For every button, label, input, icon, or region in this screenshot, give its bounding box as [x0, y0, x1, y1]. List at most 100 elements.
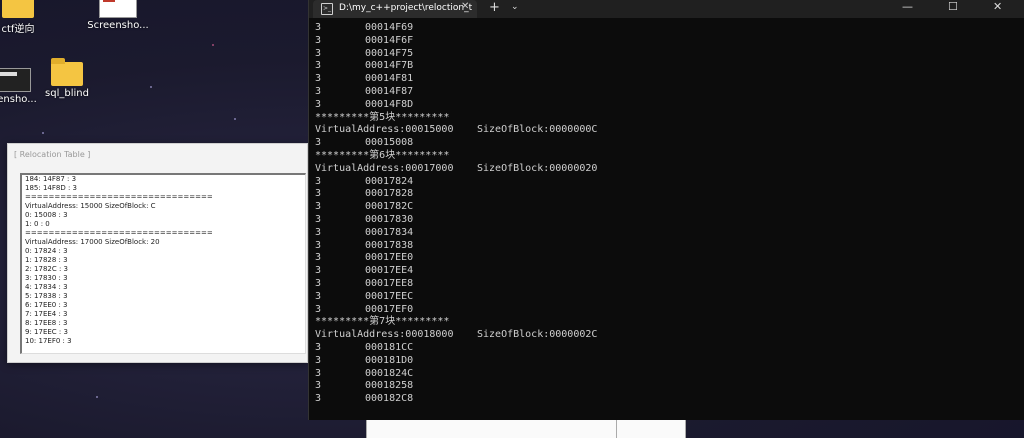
- entry-type: 3: [315, 341, 322, 353]
- entry-address: 00017838: [365, 239, 414, 251]
- desktop-icon-sql-blind-folder[interactable]: sql_blind: [35, 58, 99, 99]
- entry-address: 0001782C: [365, 201, 414, 213]
- terminal-output[interactable]: 3 00014F69 3 00014F6F 3 00014F75 3 00014F7B 3 000…: [315, 22, 1015, 406]
- relocation-entry-line: 3 00017828: [315, 188, 1015, 201]
- relocation-entry-line: 3 00014F7B: [315, 60, 1015, 73]
- relocation-entry-line: 3 00017830: [315, 214, 1015, 227]
- relocation-entry-line: 3 00014F75: [315, 48, 1015, 61]
- entry-address: 000181CC: [365, 341, 414, 353]
- entry-type: 3: [315, 85, 322, 97]
- relocation-entry-line: 3 00018258: [315, 380, 1015, 393]
- list-item: 8: 17EE8 : 3: [25, 319, 68, 327]
- maximize-button[interactable]: ☐: [948, 0, 958, 13]
- entry-type: 3: [315, 175, 322, 187]
- entry-type: 3: [315, 252, 322, 264]
- relocation-entry-line: 3 0001824C: [315, 368, 1015, 381]
- entry-address: 00014F75: [365, 47, 414, 59]
- list-item: 6: 17EE0 : 3: [25, 301, 68, 309]
- list-item: ================================: [25, 193, 213, 201]
- entry-type: 3: [315, 34, 322, 46]
- entry-type: 3: [315, 98, 322, 110]
- chevron-down-icon[interactable]: ⌄: [511, 2, 519, 12]
- list-item: 9: 17EEC : 3: [25, 328, 68, 336]
- list-item: 0: 17824 : 3: [25, 247, 68, 255]
- entry-address: 00017824: [365, 175, 414, 187]
- list-item: VirtualAddress: 15000 SizeOfBlock: C: [25, 202, 156, 210]
- relocation-entry-line: 3 00014F87: [315, 86, 1015, 99]
- entry-type: 3: [315, 265, 322, 277]
- desktop-icon-screenshot[interactable]: Screensho...: [86, 0, 150, 31]
- list-item: VirtualAddress: 17000 SizeOfBlock: 20: [25, 238, 160, 246]
- relocation-entry-line: 3 00017EEC: [315, 291, 1015, 304]
- terminal-window[interactable]: >_ D:\my_c++project\reloction_t ✕ + ⌄ — …: [308, 0, 1024, 420]
- relocation-table-window[interactable]: [ Relocation Table ] 184: 14F87 : 3 185: …: [7, 143, 308, 363]
- background-window-fragment: [366, 418, 617, 438]
- entry-type: 3: [315, 60, 322, 72]
- terminal-tab-bar: >_ D:\my_c++project\reloction_t ✕ + ⌄ — …: [309, 0, 1024, 18]
- relocation-listbox[interactable]: 184: 14F87 : 3 185: 14F8D : 3 ============…: [20, 173, 306, 354]
- virtual-address: VirtualAddress:00015000: [315, 124, 454, 136]
- entry-type: 3: [315, 73, 322, 85]
- list-item: 4: 17834 : 3: [25, 283, 68, 291]
- size-of-block: SizeOfBlock:0000000C: [477, 124, 598, 136]
- star-decoration: [42, 132, 44, 134]
- entry-address: 0001824C: [365, 367, 414, 379]
- entry-address: 00015008: [365, 137, 414, 149]
- window-title: [ Relocation Table ]: [14, 150, 91, 159]
- entry-type: 3: [315, 213, 322, 225]
- list-item: ================================: [25, 229, 213, 237]
- list-item: 185: 14F8D : 3: [25, 184, 77, 192]
- terminal-icon: >_: [321, 3, 333, 15]
- entry-address: 000181D0: [365, 354, 414, 366]
- list-item: 0: 15008 : 3: [25, 211, 68, 219]
- entry-type: 3: [315, 277, 322, 289]
- relocation-entry-line: 3 00017EE0: [315, 252, 1015, 265]
- desktop-icon-label: ctf逆向: [1, 24, 35, 35]
- relocation-entry-line: 3 00017824: [315, 176, 1015, 189]
- new-tab-button[interactable]: +: [489, 0, 500, 15]
- minimize-button[interactable]: —: [902, 0, 913, 13]
- entry-address: 00014F8D: [365, 98, 414, 110]
- tab-title: D:\my_c++project\reloction_t: [339, 3, 473, 13]
- entry-address: 000182C8: [365, 393, 414, 405]
- tab-close-icon[interactable]: ✕: [461, 1, 469, 12]
- entry-type: 3: [315, 22, 322, 33]
- block-header-line: *********第6块*********: [315, 149, 450, 161]
- entry-address: 00017830: [365, 213, 414, 225]
- close-button[interactable]: ✕: [993, 0, 1002, 13]
- block-header-line: *********第7块*********: [315, 316, 450, 328]
- entry-type: 3: [315, 380, 322, 392]
- entry-address: 00017EE0: [365, 252, 414, 264]
- relocation-entry-line: 3 00017834: [315, 227, 1015, 240]
- folder-icon: [2, 0, 34, 18]
- relocation-entry-line: 3 00015008: [315, 137, 1015, 150]
- folder-icon: [51, 58, 83, 86]
- desktop-icon-label: Screensho...: [87, 20, 149, 31]
- star-decoration: [150, 86, 152, 88]
- relocation-entry-line: 3 00014F69: [315, 22, 1015, 35]
- star-decoration: [96, 396, 98, 398]
- entry-type: 3: [315, 188, 322, 200]
- relocation-entry-line: 3 00017EF0: [315, 304, 1015, 317]
- terminal-tab[interactable]: >_ D:\my_c++project\reloction_t ✕: [313, 0, 477, 18]
- background-window-fragment: [616, 418, 686, 438]
- relocation-entry-line: 3 000181CC: [315, 342, 1015, 355]
- entry-type: 3: [315, 226, 322, 238]
- relocation-entry-line: 3 00017EE4: [315, 265, 1015, 278]
- size-of-block: SizeOfBlock:0000002C: [477, 329, 598, 341]
- list-item: 7: 17EE4 : 3: [25, 310, 68, 318]
- list-item: 1: 17828 : 3: [25, 256, 68, 264]
- entry-address: 00017828: [365, 188, 414, 200]
- block-info-line: VirtualAddress:00015000 SizeOfBlock:00000…: [315, 124, 1015, 137]
- relocation-entry-line: 3 00017838: [315, 240, 1015, 253]
- entry-address: 00017EEC: [365, 290, 414, 302]
- entry-address: 00014F6F: [365, 34, 414, 46]
- desktop-icon-ctf-folder[interactable]: ctf逆向: [0, 0, 50, 35]
- entry-type: 3: [315, 137, 322, 149]
- list-item: 10: 17EF0 : 3: [25, 337, 72, 345]
- list-item: 3: 17830 : 3: [25, 274, 68, 282]
- entry-type: 3: [315, 303, 322, 315]
- entry-address: 00017EE8: [365, 277, 414, 289]
- entry-type: 3: [315, 367, 322, 379]
- entry-address: 00014F87: [365, 85, 414, 97]
